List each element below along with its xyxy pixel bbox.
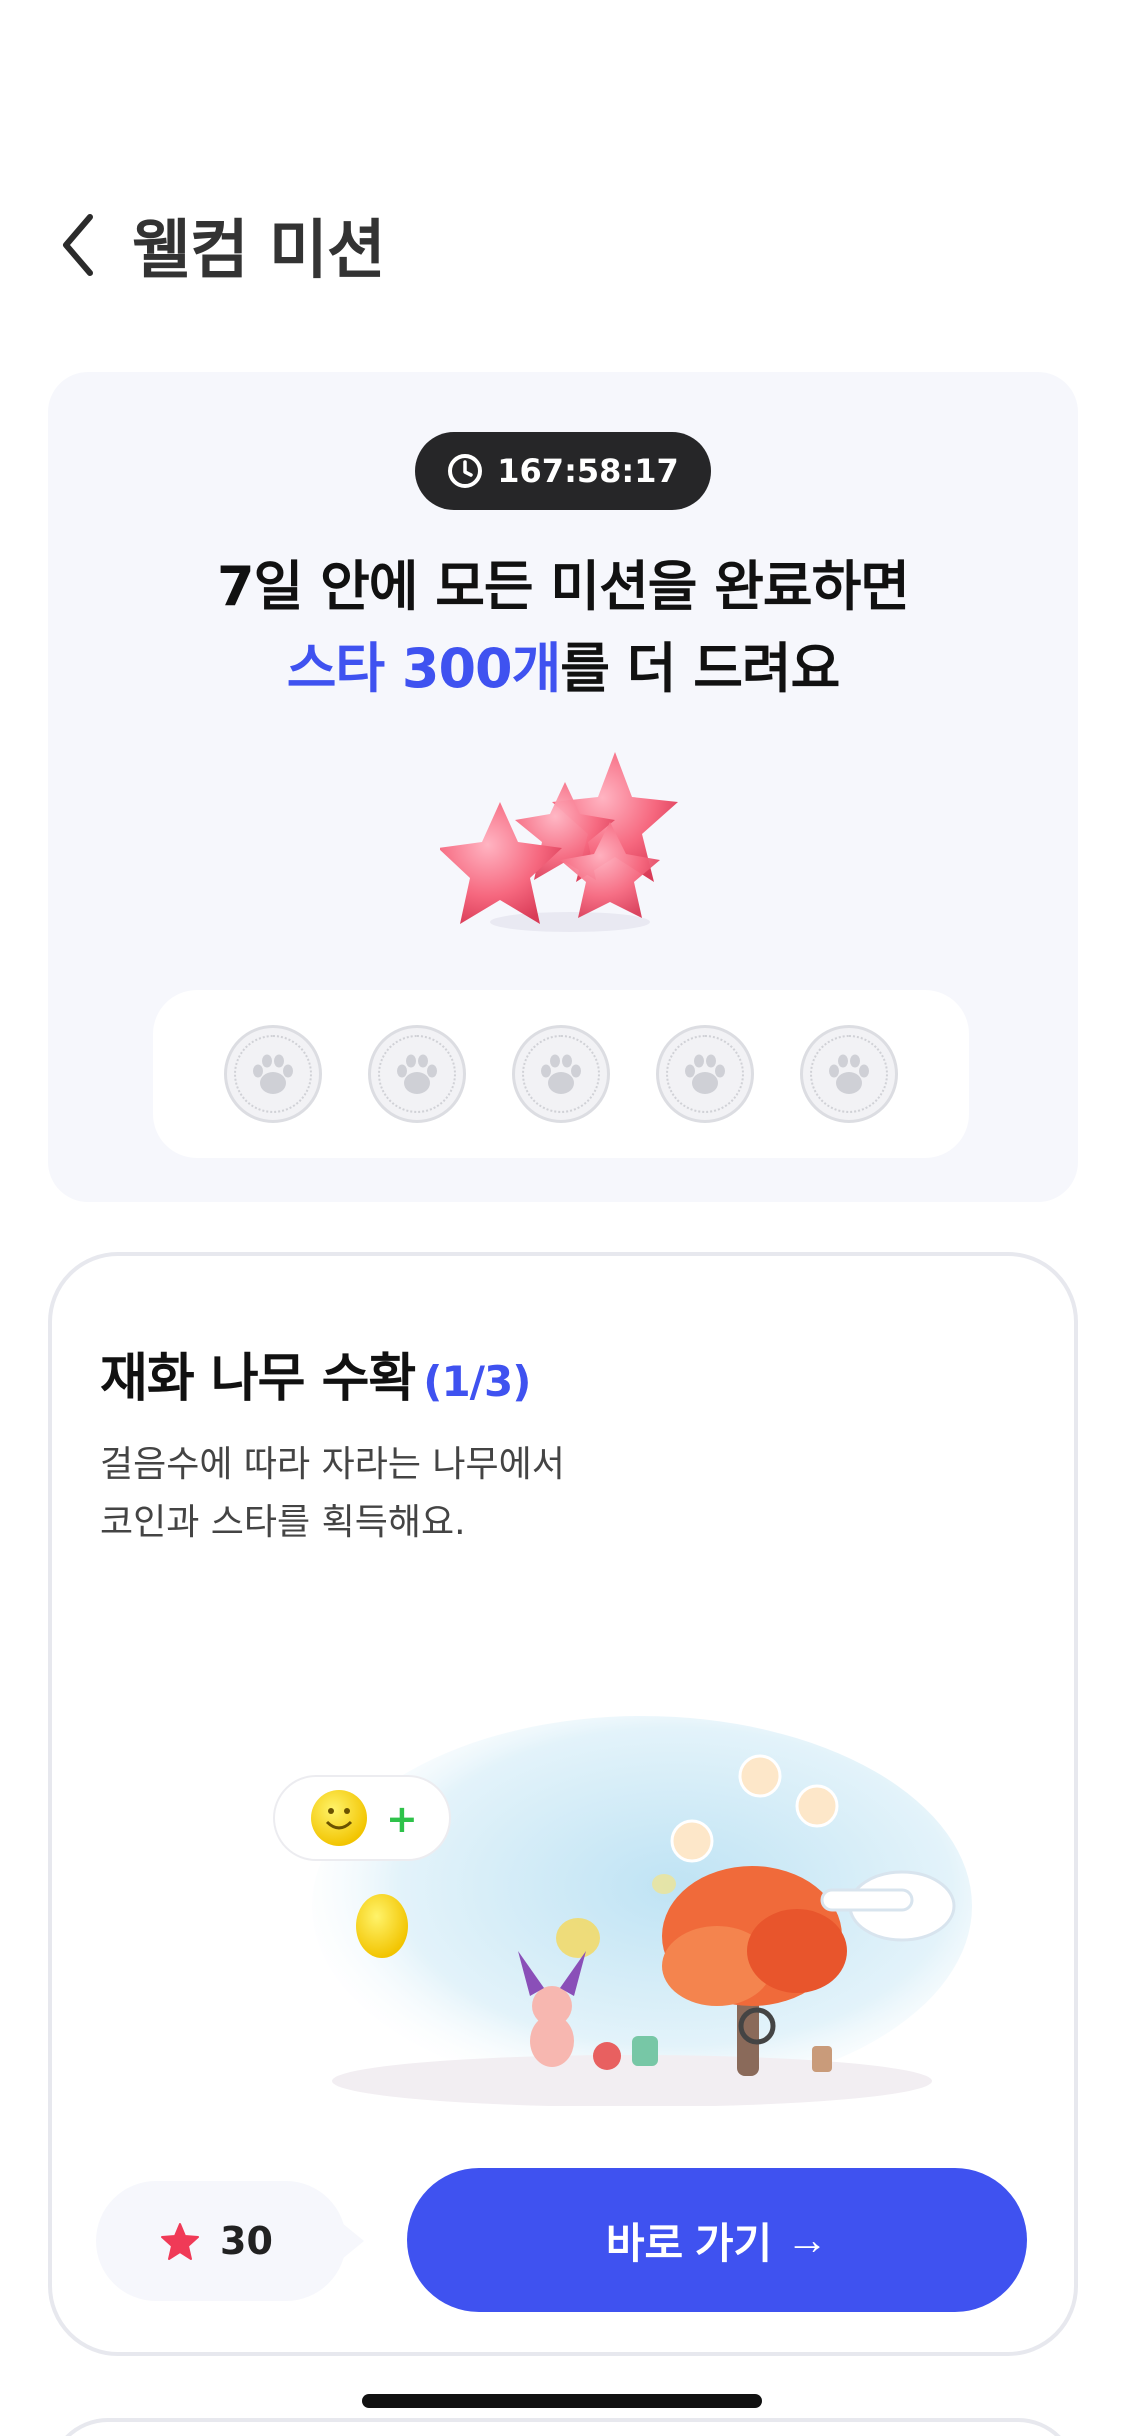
go-now-label: 바로 가기 (605, 2219, 773, 2267)
money-tree-illustration: + (273, 1716, 972, 2106)
paw-icon (541, 1054, 581, 1094)
promo-headline-line2: 스타 300개를 더 드려요 (48, 624, 1078, 703)
next-mission-card-edge (48, 2418, 1078, 2436)
header: 웰컴 미션 (60, 200, 386, 290)
stamp-slot (368, 1025, 466, 1123)
mission-title-text: 재화 나무 수확 (100, 1349, 416, 1409)
promo-headline-rest: 를 더 드려요 (560, 637, 840, 700)
mission-description-line1: 걸음수에 따라 자라는 나무에서 (100, 1444, 565, 1485)
promo-reward-highlight: 스타 300개 (286, 637, 562, 700)
stamp-tray (153, 990, 969, 1158)
arrow-right-icon: → (786, 2216, 829, 2263)
svg-text:+: + (386, 1797, 418, 1841)
stamp-slot (656, 1025, 754, 1123)
paw-icon (829, 1054, 869, 1094)
page-title: 웰컴 미션 (132, 214, 386, 288)
star-icon (161, 2223, 199, 2260)
paw-icon (253, 1054, 293, 1094)
mission-title: 재화 나무 수확 (1/3) (100, 1336, 531, 1411)
mission-description: 걸음수에 따라 자라는 나무에서 코인과 스타를 획득해요. (100, 1436, 565, 1552)
paw-icon (685, 1054, 725, 1094)
promo-card: 167:58:17 7일 안에 모든 미션을 완료하면 스타 300개를 더 드… (48, 372, 1078, 1202)
timer-value: 167:58:17 (497, 452, 679, 490)
stars-pile-illustration (440, 752, 678, 932)
stamp-slot (224, 1025, 322, 1123)
back-button[interactable] (60, 200, 120, 290)
chevron-left-icon (63, 214, 93, 276)
mission-card: 재화 나무 수확 (1/3) 걸음수에 따라 자라는 나무에서 코인과 스타를 획… (48, 1252, 1078, 2356)
reward-badge: 30 (96, 2181, 364, 2301)
home-indicator[interactable] (362, 2394, 762, 2408)
countdown-timer: 167:58:17 (415, 432, 711, 510)
mission-progress: (1/3) (423, 1357, 531, 1406)
clock-icon (448, 454, 483, 488)
promo-headline-line1: 7일 안에 모든 미션을 완료하면 (217, 555, 910, 618)
stamp-slot (800, 1025, 898, 1123)
go-now-button[interactable]: 바로 가기 → (407, 2168, 1027, 2312)
stamp-slot (512, 1025, 610, 1123)
reward-value: 30 (220, 2219, 273, 2263)
paw-icon (397, 1054, 437, 1094)
mission-description-line2: 코인과 스타를 획득해요. (100, 1502, 466, 1543)
